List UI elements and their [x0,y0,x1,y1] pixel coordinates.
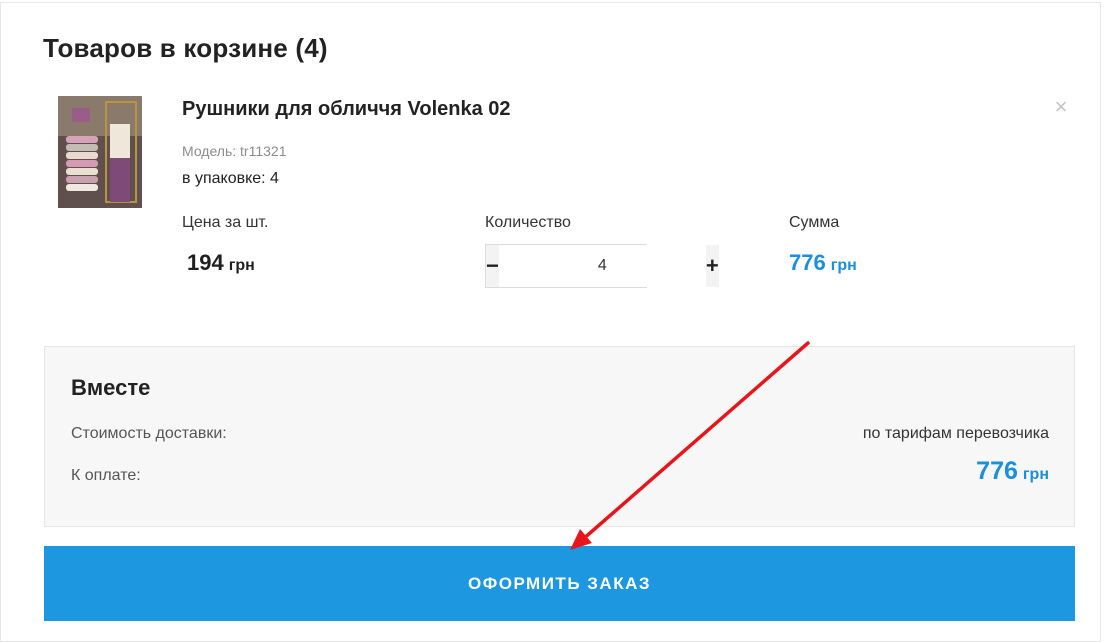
payable-value: 776 [976,457,1018,485]
checkout-button[interactable]: ОФОРМИТЬ ЗАКАЗ [44,546,1075,621]
unit-price: 194 грн [187,250,255,276]
product-image[interactable] [58,96,142,208]
delivery-label: Стоимость доставки: [71,425,227,442]
close-icon[interactable]: × [1051,96,1071,118]
line-sum: 776 грн [789,250,857,276]
quantity-input[interactable] [498,245,706,287]
product-model: Модель: tr11321 [182,143,287,159]
summary-title: Вместе [71,375,151,400]
line-sum-value: 776 [789,250,826,275]
payable-currency: грн [1022,466,1049,483]
unit-price-currency: грн [228,257,255,274]
payable-total: 776 грн [976,457,1049,486]
sum-label: Сумма [789,214,840,231]
decrease-quantity-button[interactable]: − [486,245,499,287]
cart-panel: Товаров в корзине (4) Рушники для обличч… [0,2,1101,642]
order-summary: Вместе Стоимость доставки: по тарифам пе… [44,346,1075,527]
product-name[interactable]: Рушники для обличчя Volenka 02 [182,98,511,121]
product-photo [58,96,142,208]
price-label: Цена за шт. [182,214,269,231]
delivery-value: по тарифам перевозчика [862,425,1049,442]
unit-price-value: 194 [187,250,224,275]
increase-quantity-button[interactable]: + [705,245,719,287]
payable-label: К оплате: [71,467,141,484]
product-package: в упаковке: 4 [182,170,279,187]
line-sum-currency: грн [830,257,857,274]
cart-title: Товаров в корзине (4) [43,33,328,63]
quantity-label: Количество [485,214,571,231]
quantity-stepper: − + [485,244,719,288]
